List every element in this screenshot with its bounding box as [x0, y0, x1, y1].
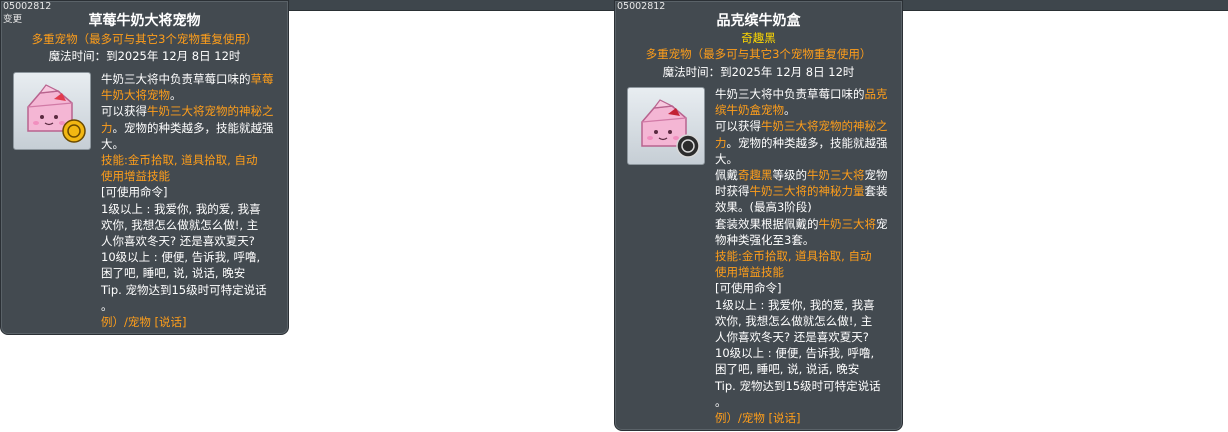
command-line: 困了吧, 睡吧, 说, 说话, 晚安	[715, 362, 860, 377]
command-line: 10级以上 : 便便, 告诉我, 呼噜,	[715, 346, 875, 361]
desc-text: 。宠物的种类越多，技能就越强	[112, 120, 274, 135]
desc-text: 套装	[864, 184, 888, 199]
tip-line: 。	[715, 394, 727, 409]
desc-text: 套装效果根据佩戴的	[715, 216, 819, 231]
desc-text: 可以获得	[101, 104, 147, 119]
desc-text: 物种类强化至3套。	[715, 232, 815, 247]
desc-text: 等级的	[772, 168, 808, 183]
item-tooltip-card: 05002812 品克缤牛奶盒 奇趣黑 多重宠物（最多可与其它3个宠物重复使用）…	[614, 0, 903, 431]
skill-line: 技能:金币拾取, 道具拾取, 自动	[101, 153, 258, 168]
desc-highlight: 草莓	[250, 72, 274, 86]
desc-highlight: 牛奶三大将的神秘力量	[749, 184, 865, 199]
command-line: 困了吧, 睡吧, 说, 说话, 晚安	[101, 266, 246, 281]
command-header: [可使用命令]	[101, 185, 168, 200]
desc-text: 牛奶三大将中负责草莓口味的	[715, 87, 865, 101]
command-line: 10级以上 : 便便, 告诉我, 呼噜,	[101, 250, 261, 265]
tip-line: 。	[101, 298, 113, 313]
item-title: 品克缤牛奶盒	[716, 13, 801, 29]
command-line: 1级以上 : 我爱你, 我的爱, 我喜	[715, 297, 875, 312]
desc-text: 宠物	[864, 168, 888, 183]
command-header: [可使用命令]	[715, 281, 782, 296]
desc-highlight: 缤牛奶盒宠物	[715, 103, 784, 118]
desc-text: 大。	[101, 136, 124, 151]
desc-text: 。宠物的种类越多，技能就越强	[726, 135, 888, 150]
desc-highlight: 牛奶三大将	[818, 216, 877, 231]
desc-highlight: 力	[101, 120, 113, 135]
desc-highlight: 牛奶三大将宠物的神秘之	[761, 119, 888, 134]
magic-time: 魔法时间：到2025年 12月 8日 12时	[48, 49, 241, 63]
command-line: 人你喜欢冬天? 还是喜欢夏天?	[101, 234, 255, 249]
desc-highlight: 品克	[864, 87, 888, 101]
command-line: 人你喜欢冬天? 还是喜欢夏天?	[715, 330, 869, 345]
desc-highlight: 奇趣黑	[738, 168, 773, 183]
multi-pet-note: 多重宠物（最多可与其它3个宠物重复使用）	[645, 47, 872, 61]
multi-pet-note: 多重宠物（最多可与其它3个宠物重复使用）	[31, 32, 258, 46]
desc-text: 牛奶三大将中负责草莓口味的	[101, 72, 251, 86]
example-line: 例）/宠物 [说话]	[101, 315, 187, 330]
tip-line: Tip. 宠物达到15级时可特定说话	[101, 282, 267, 297]
item-tooltip-card: 05002812 变更 草莓牛奶大将宠物 多重宠物（最多可与其它3个宠物重复使用…	[0, 0, 289, 335]
strawberry-milk-pet-icon	[27, 84, 86, 143]
desc-text: 可以获得	[715, 119, 761, 134]
top-strip-left	[289, 0, 614, 11]
top-strip-right	[903, 0, 1228, 11]
skill-line: 技能:金币拾取, 道具拾取, 自动	[715, 249, 872, 264]
skill-line: 使用增益技能	[715, 265, 784, 280]
desc-text: 宠	[876, 216, 888, 231]
magic-time: 魔法时间：到2025年 12月 8日 12时	[662, 65, 855, 79]
example-line: 例）/宠物 [说话]	[715, 411, 801, 426]
item-title: 草莓牛奶大将宠物	[88, 13, 201, 29]
desc-text: 。	[784, 103, 796, 118]
desc-text: 。	[170, 88, 182, 103]
item-icon-frame	[627, 87, 705, 165]
pinkbean-milk-box-pet-icon	[641, 99, 700, 158]
command-line: 欢你, 我想怎么做就怎么做!, 主	[715, 313, 873, 328]
desc-highlight: 力	[715, 135, 727, 150]
skill-line: 使用增益技能	[101, 169, 170, 184]
desc-text: 时获得	[715, 184, 750, 199]
desc-highlight: 牛奶三大将宠物的神秘之	[147, 104, 274, 119]
set-name: 奇趣黑	[741, 31, 776, 45]
desc-text: 大。	[715, 151, 738, 166]
desc-text: 佩戴	[715, 168, 738, 183]
command-line: 欢你, 我想怎么做就怎么做!, 主	[101, 217, 259, 232]
item-icon-frame	[13, 72, 91, 150]
desc-highlight: 牛奶大将宠物	[101, 88, 170, 103]
item-description: 牛奶三大将中负责草莓口味的品克 缤牛奶盒宠物。 可以获得牛奶三大将宠物的神秘之 …	[715, 86, 901, 426]
item-description: 牛奶三大将中负责草莓口味的草莓 牛奶大将宠物。 可以获得牛奶三大将宠物的神秘之 …	[101, 71, 287, 330]
tip-line: Tip. 宠物达到15级时可特定说话	[715, 378, 881, 393]
desc-highlight: 牛奶三大将	[807, 168, 865, 183]
command-line: 1级以上 : 我爱你, 我的爱, 我喜	[101, 201, 261, 216]
desc-text: 效果。(最高3阶段)	[715, 200, 812, 215]
